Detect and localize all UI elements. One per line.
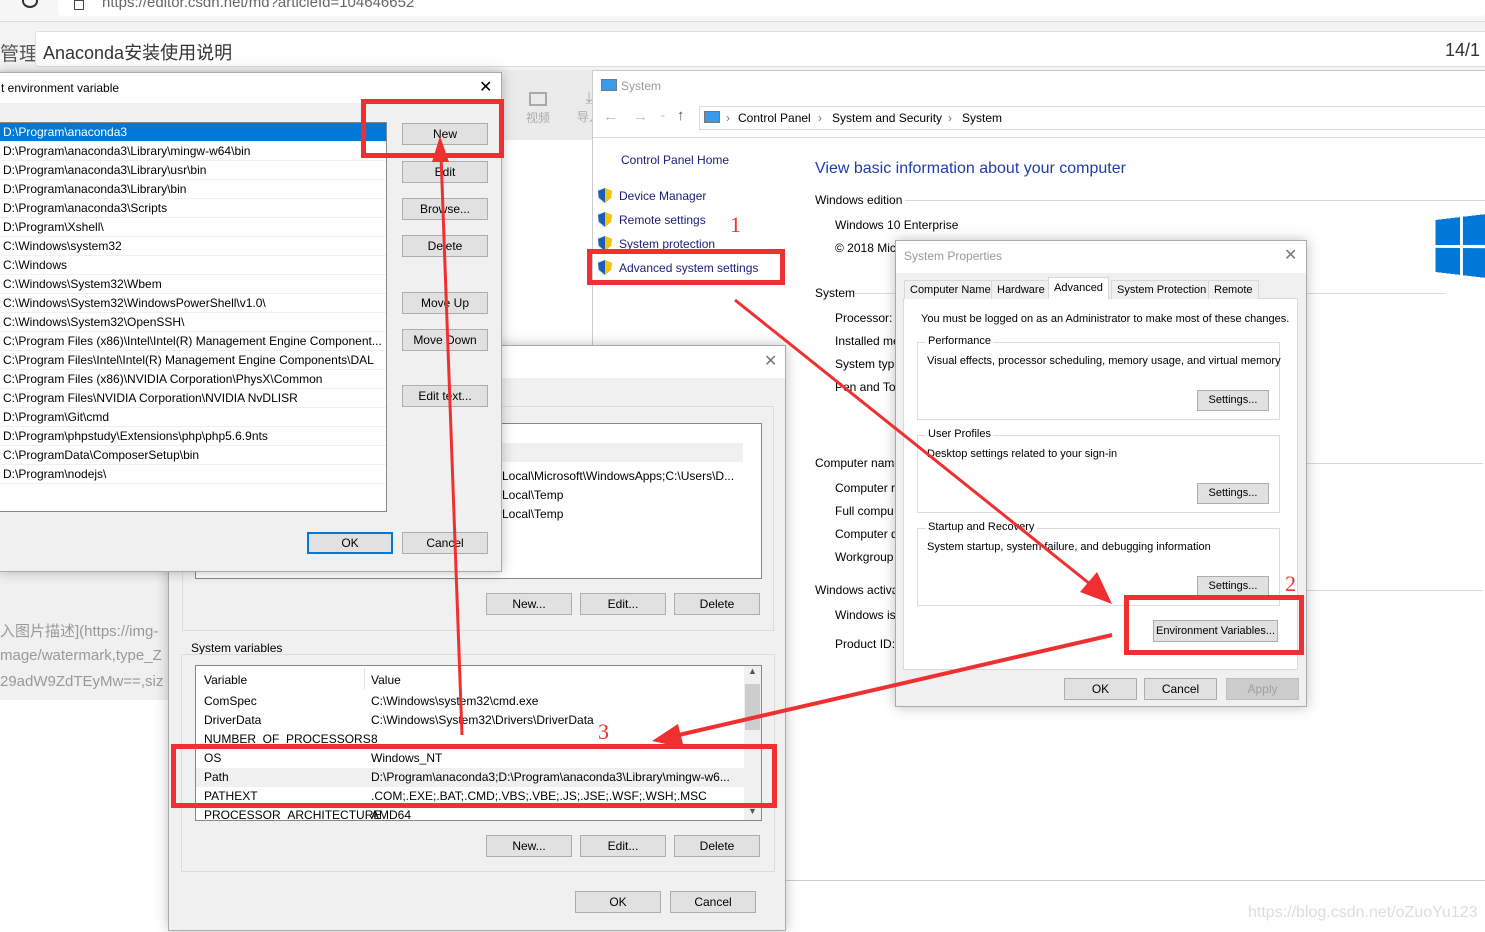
arrowhead [1080,572,1112,604]
arrow-to-path-row [669,633,1113,739]
arrowhead [432,136,449,162]
arrow-to-new-button [439,154,464,736]
arrowhead [652,724,684,748]
arrow-to-env-button [734,298,1101,594]
annotation-arrows [432,136,1113,748]
